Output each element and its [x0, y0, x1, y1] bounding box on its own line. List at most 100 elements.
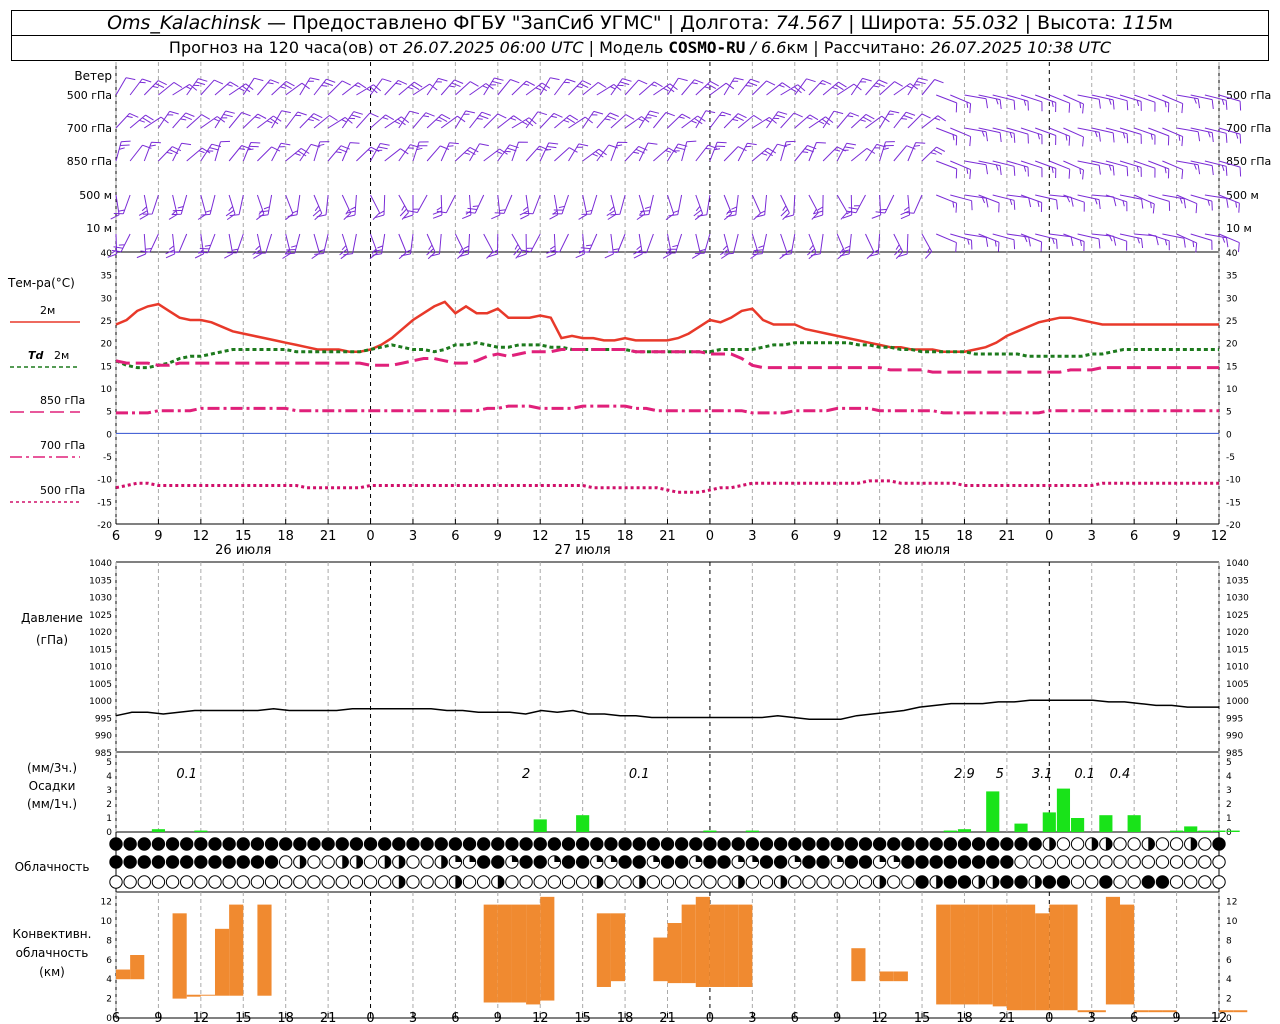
cloud-cover-icon: [1042, 855, 1057, 869]
wind-barb: [229, 194, 244, 217]
cloud-cover-fill: [1105, 837, 1113, 851]
cloud-cover-fill: [802, 837, 816, 851]
wind-barb: [633, 233, 643, 259]
pres-ytick-left: 1040: [89, 559, 112, 569]
wind-barb: [242, 77, 264, 96]
wind-barb: [491, 194, 501, 220]
wind-barb: [462, 194, 472, 220]
bottom-hour-label: 9: [833, 1011, 841, 1024]
cloud-cover-fill: [1000, 855, 1014, 869]
precip-bar: [1071, 818, 1085, 832]
cloud-cover-fill: [398, 855, 406, 869]
cloud-cover-icon: [335, 875, 349, 889]
conv-cloud-bar: [936, 904, 951, 1005]
cloud-cover-fill: [958, 855, 971, 869]
wind-barb: [1091, 94, 1115, 110]
cloud-cover-fill: [534, 837, 547, 851]
wind-barb: [115, 140, 131, 162]
wind-barb: [921, 146, 946, 162]
wind-barb: [1204, 160, 1228, 176]
wind-barb: [483, 148, 508, 162]
cloud-cover-icon: [660, 875, 675, 889]
wind-barb: [554, 114, 579, 129]
conv-cloud-bar: [1063, 904, 1078, 1011]
wind-level-label-left: 500 гПа: [67, 89, 112, 102]
wind-barb: [709, 111, 732, 129]
wind-barb: [1190, 94, 1214, 110]
cloud-cover-icon: [1212, 855, 1226, 869]
conv-cloud-bar: [229, 904, 244, 996]
cloud-cover-icon: [363, 875, 378, 889]
cloud-cover-icon: [1070, 837, 1085, 851]
legend-label: 500 гПа: [40, 484, 85, 497]
cloud-cover-icon: [519, 875, 533, 889]
cloud-cover-fill: [887, 837, 900, 851]
cloud-cover-fill: [491, 837, 505, 851]
bottom-hour-label: 9: [1172, 1011, 1180, 1024]
pres-ytick-right: 990: [1226, 732, 1243, 742]
wind-barb: [454, 233, 465, 259]
cloud-cover-fill: [562, 837, 575, 851]
wind-barb: [483, 113, 507, 129]
legend-label: Td: [28, 349, 44, 362]
cloud-cover-icon: [1056, 837, 1071, 851]
wind-barb: [992, 194, 1016, 210]
prec-unit-1h: (мм/1ч.): [27, 797, 77, 811]
temp-hour-label: 0: [366, 529, 374, 544]
cloud-cover-icon: [1113, 875, 1127, 889]
wind-barb: [653, 112, 675, 129]
temp-hour-label: 9: [154, 529, 162, 544]
cloud-cover-icon: [561, 875, 576, 889]
cloud-cover-fill: [1014, 875, 1028, 889]
cloud-cover-icon: [1014, 855, 1028, 869]
cloud-cover-fill: [152, 837, 165, 851]
cloud-cover-icon: [901, 875, 915, 889]
precip-3h-label: 0.4: [1110, 767, 1131, 782]
wind-barb: [610, 141, 628, 162]
cloud-cover-fill: [610, 855, 618, 862]
wind-barb: [228, 112, 251, 129]
temp-ytick-right: -15: [1226, 498, 1241, 508]
wind-barb: [370, 194, 381, 220]
wind-barb: [794, 145, 817, 162]
cloud-cover-fill: [562, 855, 575, 869]
wind-barb: [169, 233, 188, 253]
cloud-cover-icon: [1056, 855, 1071, 869]
cloud-cover-fill: [837, 855, 844, 862]
cloud-cover-fill: [463, 837, 476, 851]
wind-barb: [497, 115, 522, 129]
pres-ytick-right: 995: [1226, 714, 1243, 724]
cloud-cover-icon: [1099, 855, 1113, 869]
prec-ytick-left: 0: [106, 828, 112, 838]
precip-bar: [745, 830, 759, 832]
cloud-cover-fill: [138, 837, 151, 851]
wind-barb: [327, 145, 350, 162]
conv-cloud-bar: [1105, 896, 1121, 1005]
conv-cloud-bar: [893, 971, 908, 982]
wind-barb: [1190, 127, 1214, 143]
precip-bar: [194, 830, 208, 832]
wind-barb: [171, 194, 188, 216]
cloud-cover-icon: [222, 875, 236, 889]
cloud-cover-icon: [1085, 855, 1099, 869]
cloud-cover-fill: [647, 837, 660, 851]
cloud-cover-fill: [915, 837, 929, 851]
wind-barb: [904, 194, 923, 214]
wind-barb: [165, 233, 176, 259]
cloud-cover-icon: [674, 875, 689, 889]
temp-hour-label: 21: [659, 529, 676, 544]
cloud-cover-icon: [689, 875, 703, 889]
wind-barb: [992, 233, 1016, 250]
cloud-cover-fill: [477, 855, 490, 869]
wind-barb: [808, 194, 819, 220]
wind-barb: [1035, 94, 1057, 113]
conv-cloud-bar: [695, 896, 710, 987]
cloud-cover-icon: [1198, 837, 1212, 851]
wind-barb: [1105, 127, 1129, 144]
wind-barb: [224, 233, 234, 259]
cloud-cover-icon: [1085, 875, 1099, 889]
wind-barb: [511, 80, 535, 96]
conv-cloud-bar: [879, 971, 894, 982]
pres-ytick-left: 1000: [89, 697, 112, 707]
cloud-cover-fill: [123, 855, 137, 869]
